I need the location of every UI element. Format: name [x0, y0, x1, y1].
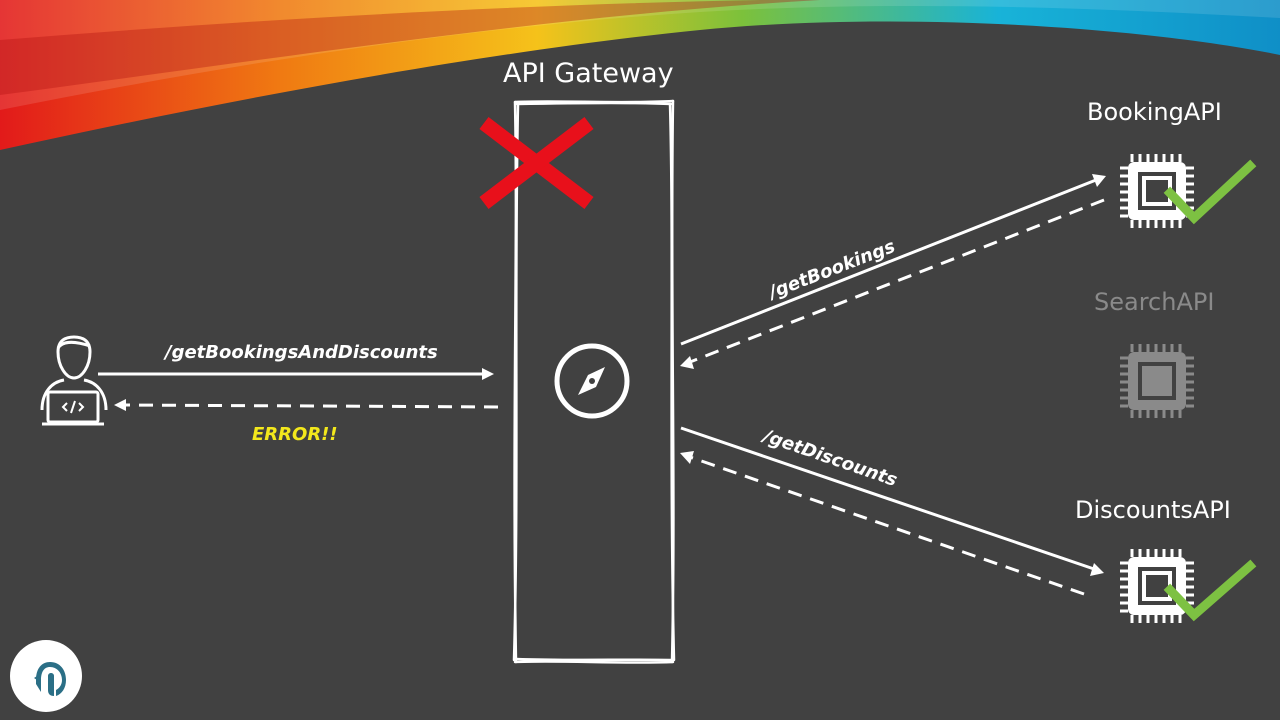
diagram-stage: API Gateway BookingAPI SearchAPI Discoun… — [0, 0, 1280, 720]
search-api-label: SearchAPI — [1094, 288, 1215, 316]
gateway-title: API Gateway — [503, 58, 674, 89]
discounts-request-arrow — [680, 426, 1095, 571]
discounts-request-arrowhead — [1090, 563, 1104, 576]
discounts-api-label: DiscountsAPI — [1075, 496, 1231, 524]
bird-logo-icon — [10, 640, 82, 712]
search-chip-icon — [1120, 344, 1194, 418]
booking-request-arrow — [680, 178, 1097, 346]
red-x-icon — [479, 117, 594, 209]
discounts-response-arrowhead — [680, 451, 694, 464]
client-request-arrow — [98, 368, 494, 380]
developer-laptop-icon — [40, 335, 108, 426]
client-response-arrowhead — [114, 399, 126, 411]
client-error-label: ERROR!! — [252, 424, 338, 445]
booking-response-arrow — [689, 198, 1105, 364]
client-response-arrow — [125, 403, 499, 409]
client-request-label: /getBookingsAndDiscounts — [165, 342, 438, 363]
compass-icon — [554, 343, 630, 419]
booking-chip-icon — [1120, 154, 1194, 228]
booking-response-arrowhead — [680, 356, 694, 369]
discounts-chip-icon — [1120, 549, 1194, 623]
booking-api-label: BookingAPI — [1087, 98, 1222, 126]
